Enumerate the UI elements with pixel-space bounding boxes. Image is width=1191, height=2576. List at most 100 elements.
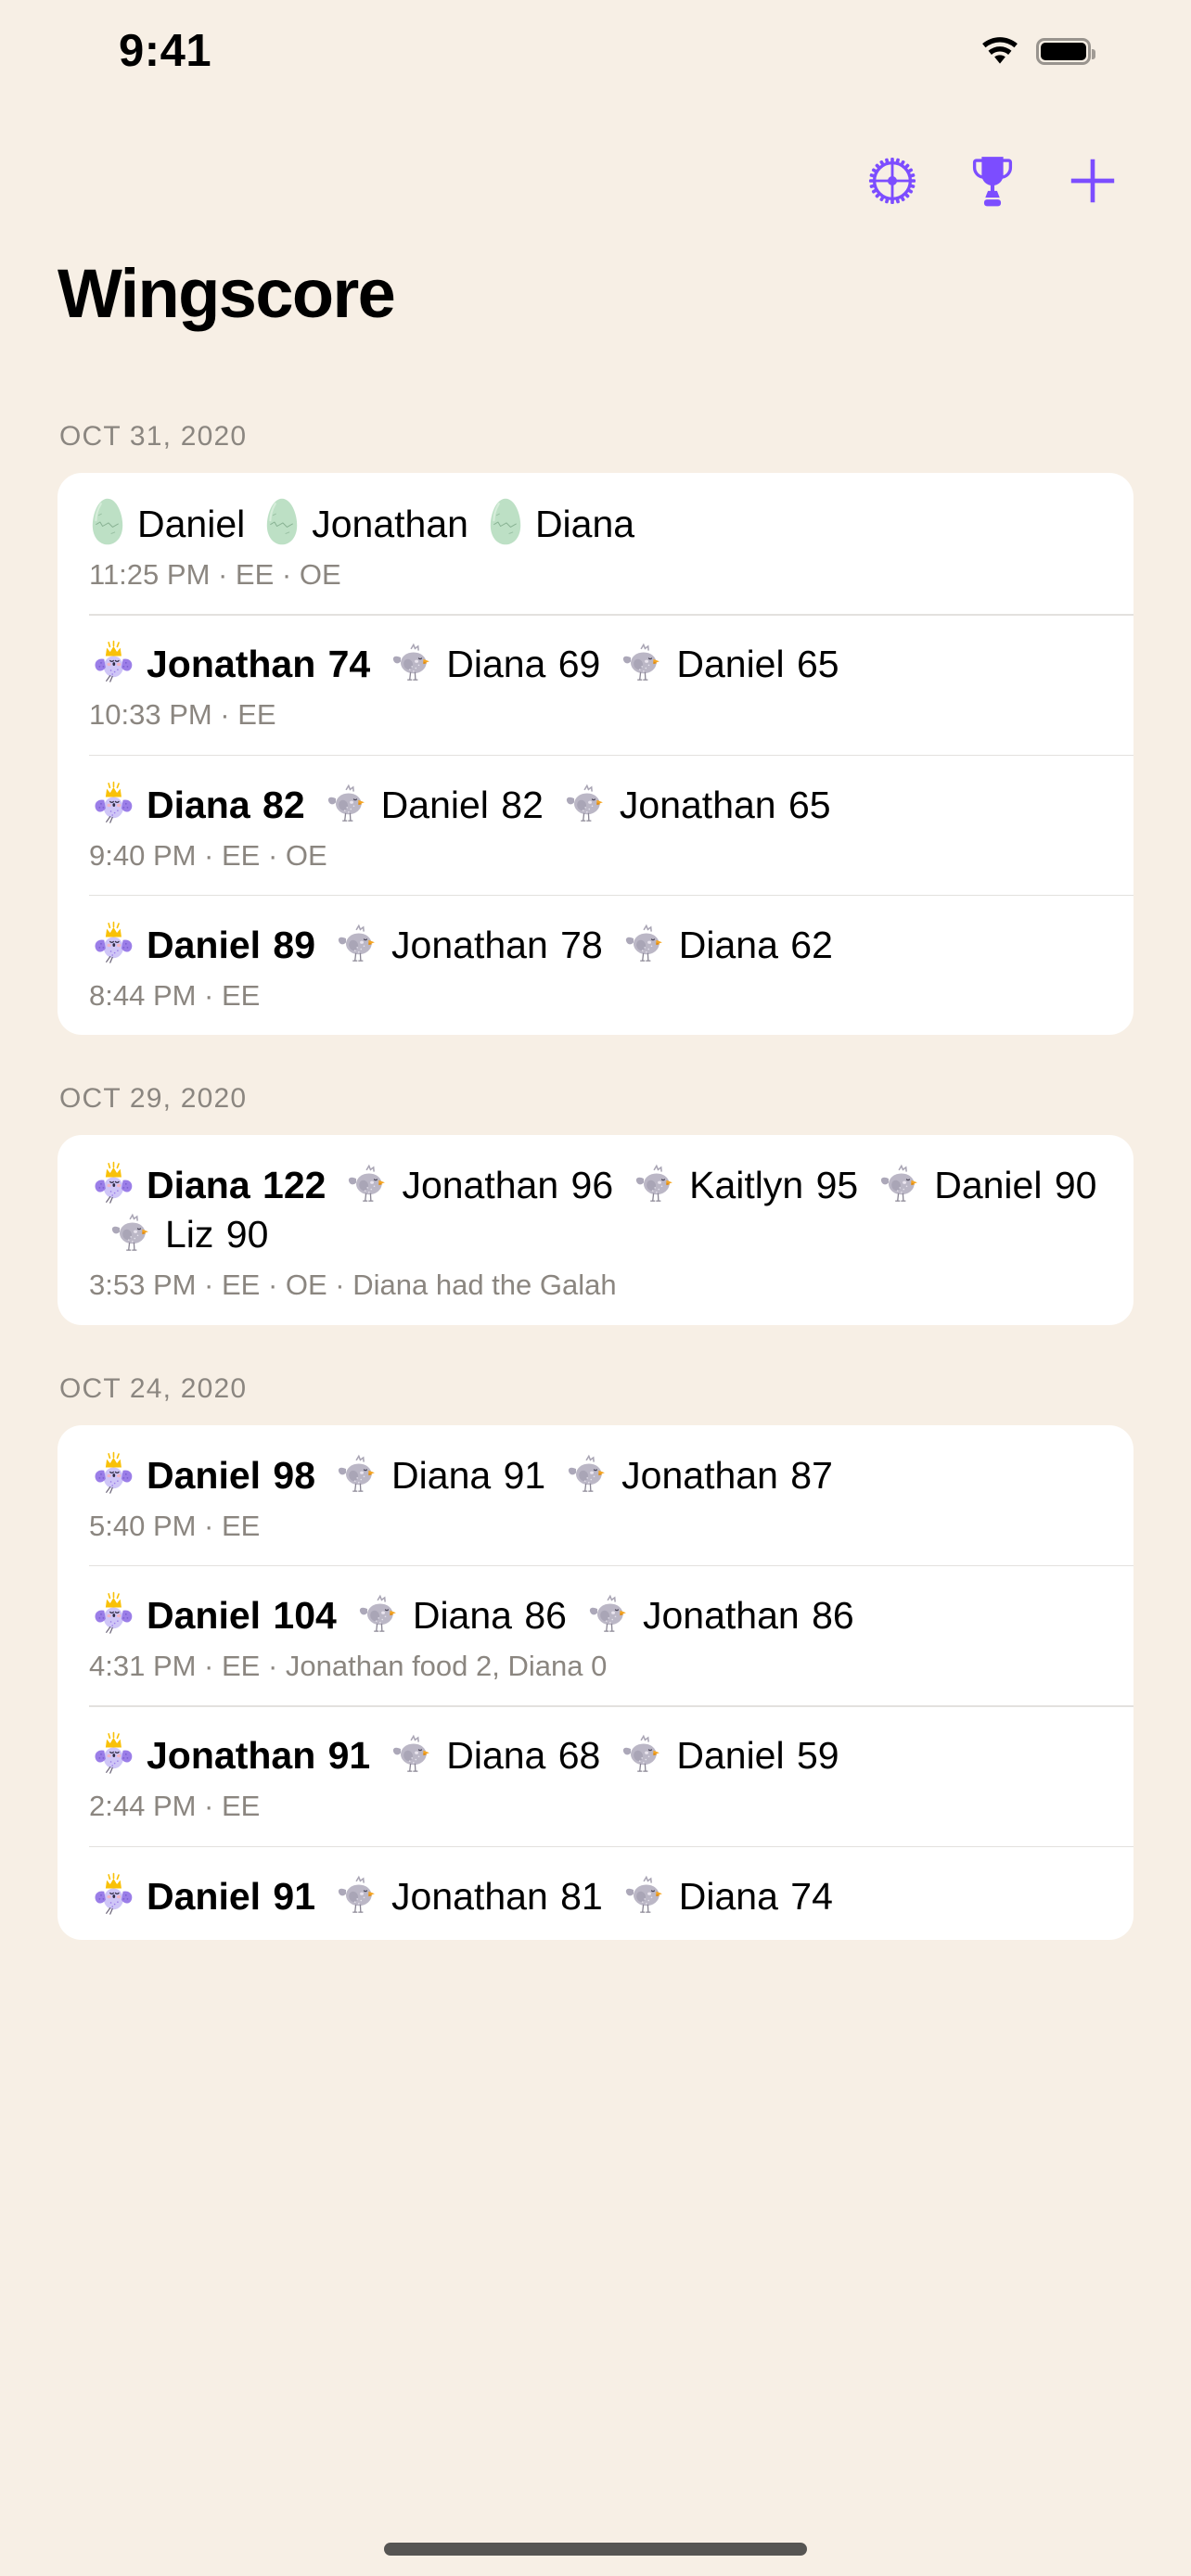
- player-name-score: Diana 68: [446, 1734, 601, 1778]
- game-row[interactable]: Daniel 104 Diana 86 Jonathan 86 4:31 PM ·…: [58, 1564, 1133, 1705]
- winner-player: Jonathan 74: [89, 643, 370, 685]
- player-name-score: Diana 122: [147, 1164, 327, 1207]
- player: Jonathan 86: [585, 1594, 854, 1637]
- date-section: OCT 29, 2020 Diana 122 Jonathan 96 Kaitly…: [0, 1061, 1191, 1325]
- player-name-score: Diana 69: [446, 643, 601, 686]
- player-separator: [544, 782, 562, 828]
- player-name-score: Diana 74: [678, 1874, 833, 1918]
- game-meta: 3:53 PM · EE · OE · Diana had the Galah: [89, 1269, 617, 1302]
- winner-player: Jonathan 91: [89, 1734, 370, 1777]
- player: Daniel: [89, 503, 245, 545]
- player-separator: [468, 501, 487, 547]
- player: Jonathan 81: [334, 1875, 603, 1918]
- bird-icon: [389, 1729, 437, 1778]
- player-name-score: Jonathan 91: [147, 1734, 371, 1778]
- date-section: OCT 31, 2020 Daniel Jonathan Diana 11:25 P…: [0, 399, 1191, 1036]
- player-separator: [337, 1592, 355, 1639]
- game-meta: 4:31 PM · EE · Jonathan food 2, Diana 0: [89, 1649, 608, 1682]
- player: Diana 68: [389, 1734, 600, 1777]
- bird-icon: [334, 1870, 382, 1919]
- player-scores: Daniel 91 Jonathan 81 Diana 74: [89, 1870, 1102, 1919]
- date-section: OCT 24, 2020 Daniel 98 Diana 91 Jonathan …: [0, 1351, 1191, 1940]
- player-separator: [600, 1732, 619, 1779]
- bird-icon: [877, 1159, 925, 1207]
- game-meta: 11:25 PM · EE · OE: [89, 558, 341, 592]
- player: Jonathan: [263, 503, 468, 545]
- player-name-score: Diana 62: [678, 923, 833, 966]
- section-date-header: OCT 29, 2020: [59, 1083, 248, 1115]
- bird-icon: [334, 1449, 382, 1498]
- player: Diana 62: [621, 924, 833, 966]
- egg-icon: [263, 497, 301, 547]
- game-row[interactable]: Diana 82 Daniel 82 Jonathan 65 9:40 PM · …: [58, 754, 1133, 895]
- game-row[interactable]: Daniel 91 Jonathan 81 Diana 74: [58, 1845, 1133, 1940]
- game-row[interactable]: Daniel 98 Diana 91 Jonathan 87 5:40 PM · …: [58, 1425, 1133, 1565]
- player-name-score: Jonathan: [312, 503, 468, 545]
- player: Diana 91: [334, 1454, 545, 1497]
- player-name-score: Daniel 90: [934, 1164, 1097, 1207]
- bird-icon: [621, 919, 670, 967]
- player-name-score: Jonathan 81: [391, 1874, 603, 1918]
- status-bar: 9:41: [0, 0, 1191, 102]
- bird-icon: [562, 779, 610, 827]
- settings-button[interactable]: [842, 141, 942, 221]
- player: Diana: [487, 503, 634, 545]
- player-separator: [326, 1162, 344, 1208]
- game-list[interactable]: OCT 31, 2020 Daniel Jonathan Diana 11:25 P…: [0, 399, 1191, 1966]
- bird-icon: [355, 1589, 403, 1638]
- bird-icon: [632, 1159, 680, 1207]
- game-row[interactable]: Daniel 89 Jonathan 78 Diana 62 8:44 PM · …: [58, 894, 1133, 1035]
- section-date-header: OCT 31, 2020: [59, 421, 248, 452]
- player-separator: [613, 1162, 632, 1208]
- bird-icon: [564, 1449, 612, 1498]
- player-scores: Daniel 104 Diana 86 Jonathan 86: [89, 1589, 1102, 1639]
- player: Jonathan 87: [564, 1454, 833, 1497]
- player-separator: [858, 1162, 877, 1208]
- bird-icon: [108, 1208, 156, 1256]
- game-row[interactable]: Diana 122 Jonathan 96 Kaitlyn 95 Daniel …: [58, 1135, 1133, 1324]
- player-name-score: Jonathan 96: [402, 1164, 614, 1207]
- game-meta: 9:40 PM · EE · OE: [89, 838, 327, 872]
- game-row[interactable]: Jonathan 74 Diana 69 Daniel 65 10:33 PM ·…: [58, 614, 1133, 754]
- player: Jonathan 78: [334, 924, 603, 966]
- player-separator: [89, 1211, 108, 1257]
- player-name-score: Diana 86: [412, 1593, 567, 1637]
- player: Jonathan 65: [562, 784, 831, 826]
- player-scores: Daniel Jonathan Diana: [89, 497, 1102, 547]
- crowned-bird-icon: [89, 1159, 137, 1207]
- winner-player: Diana 122: [89, 1164, 326, 1206]
- player-separator: [305, 782, 324, 828]
- game-meta: 2:44 PM · EE: [89, 1790, 261, 1823]
- player-name-score: Daniel 104: [147, 1593, 337, 1637]
- winner-player: Daniel 89: [89, 924, 315, 966]
- winner-player: Daniel 104: [89, 1594, 337, 1637]
- game-row[interactable]: Daniel Jonathan Diana 11:25 PM · EE · OE: [58, 473, 1133, 614]
- player-name-score: Kaitlyn 95: [689, 1164, 859, 1207]
- crowned-bird-icon: [89, 638, 137, 686]
- player: Diana 69: [389, 643, 600, 685]
- player: Diana 74: [621, 1875, 833, 1918]
- player-separator: [315, 1452, 334, 1498]
- add-game-button[interactable]: [1043, 141, 1143, 221]
- status-indicators: [979, 35, 1095, 67]
- home-indicator: [384, 2543, 807, 2556]
- player-name-score: Jonathan 87: [621, 1453, 833, 1497]
- player-scores: Daniel 89 Jonathan 78 Diana 62: [89, 919, 1102, 968]
- player-name-score: Diana 91: [391, 1453, 546, 1497]
- player-name-score: Daniel 82: [380, 783, 544, 826]
- player: Liz 90: [108, 1213, 268, 1256]
- player-name-score: Daniel: [137, 503, 246, 545]
- bird-icon: [619, 638, 667, 686]
- bird-icon: [621, 1870, 670, 1919]
- player-name-score: Diana 82: [147, 783, 305, 826]
- player-separator: [315, 922, 334, 968]
- player: Daniel 90: [877, 1164, 1096, 1206]
- leaderboard-button[interactable]: [942, 141, 1043, 221]
- crowned-bird-icon: [89, 1589, 137, 1638]
- game-row[interactable]: Jonathan 91 Diana 68 Daniel 59 2:44 PM · …: [58, 1705, 1133, 1845]
- player-separator: [600, 641, 619, 687]
- game-meta: 10:33 PM · EE: [89, 698, 276, 732]
- winner-player: Daniel 91: [89, 1875, 315, 1918]
- player-separator: [370, 1732, 389, 1779]
- player-separator: [603, 1873, 621, 1919]
